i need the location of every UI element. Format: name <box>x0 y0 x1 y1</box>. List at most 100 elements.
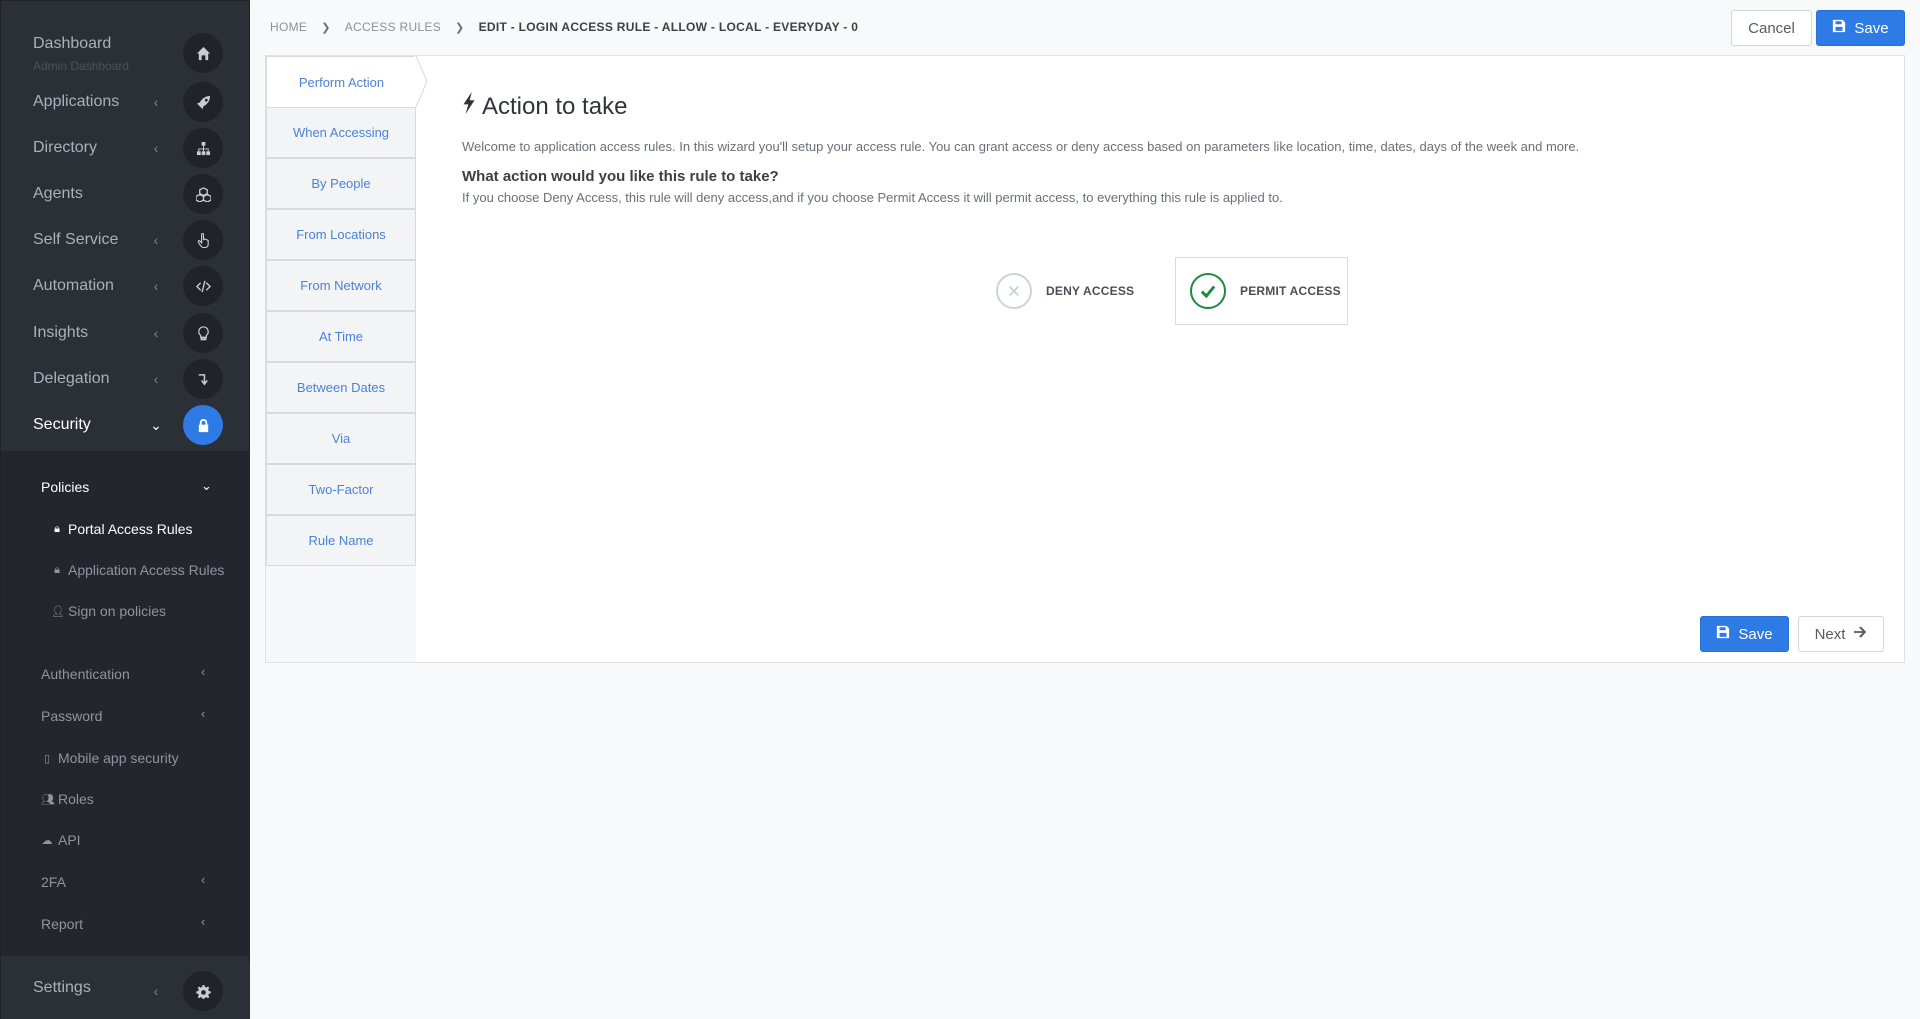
sub-item-password[interactable]: Password <box>41 708 102 724</box>
sub-item-portal-access-rules[interactable]: 🔒︎ Portal Access Rules <box>51 521 192 537</box>
nav-label-delegation: Delegation <box>33 370 110 387</box>
step-when-accessing[interactable]: When Accessing <box>266 107 416 158</box>
step-active-arrow <box>414 56 428 107</box>
wizard-steps: Perform Action When Accessing By People … <box>266 56 428 662</box>
sub-item-mobile-app-security[interactable]: ▯ Mobile app security <box>41 750 179 766</box>
nav-item-applications[interactable]: Applications ‹ <box>1 79 251 125</box>
sub-item-label: Policies <box>41 479 90 495</box>
step-label: Two-Factor <box>308 482 374 497</box>
sub-item-sign-on-policies[interactable]: 👤︎ Sign on policies <box>51 603 166 619</box>
nav-item-automation[interactable]: Automation ‹ <box>1 263 251 309</box>
sub-item-policies[interactable]: Policies <box>41 479 89 495</box>
nav-item-security[interactable]: Security ⌄ <box>1 402 251 448</box>
nav-label-self-service: Self Service <box>33 231 119 248</box>
breadcrumb-current: EDIT - LOGIN ACCESS RULE - ALLOW - LOCAL… <box>478 20 859 34</box>
sub-item-label: Mobile app security <box>58 750 179 766</box>
wizard-save-label: Save <box>1738 625 1773 643</box>
save-button-label: Save <box>1854 19 1889 37</box>
lock-icon: 🔒︎ <box>54 522 60 535</box>
cloud-icon: ☁︎ <box>41 834 53 847</box>
users-icon: 👥︎ <box>41 793 55 806</box>
chevron-left-icon: ‹ <box>201 706 206 721</box>
breadcrumb-access-rules[interactable]: ACCESS RULES <box>345 20 441 34</box>
chevron-left-icon: ‹ <box>153 232 159 248</box>
nav-label-directory: Directory <box>33 139 98 156</box>
mobile-icon: ▯ <box>43 752 51 765</box>
sub-item-application-access-rules[interactable]: 🔒︎ Application Access Rules <box>51 562 224 578</box>
breadcrumb-home[interactable]: HOME <box>270 20 307 34</box>
chevron-right-icon: ❯ <box>455 21 465 34</box>
nav-item-directory[interactable]: Directory ‹ <box>1 125 251 171</box>
sub-item-2fa[interactable]: 2FA <box>41 874 66 890</box>
floppy-disk-icon <box>1832 19 1846 37</box>
step-label: By People <box>311 176 371 191</box>
x-circle-icon <box>996 273 1032 309</box>
level-down-icon <box>183 359 223 399</box>
wizard-content: Action to take Welcome to application ac… <box>462 92 1862 205</box>
chevron-down-icon: ⌄ <box>150 416 162 433</box>
nav-item-settings[interactable]: Settings ‹ <box>1 963 250 1019</box>
nav-item-insights[interactable]: Insights ‹ <box>1 310 251 356</box>
page-title: Action to take <box>462 92 1862 121</box>
nav-label-insights: Insights <box>33 324 89 341</box>
step-rule-name[interactable]: Rule Name <box>266 515 416 566</box>
sub-item-label: Password <box>41 708 103 724</box>
sitemap-icon <box>183 128 223 168</box>
step-label: From Locations <box>296 227 386 242</box>
step-two-factor[interactable]: Two-Factor <box>266 464 416 515</box>
cancel-button[interactable]: Cancel <box>1731 10 1812 46</box>
cancel-button-label: Cancel <box>1748 19 1795 37</box>
lock-icon <box>183 405 223 445</box>
chevron-left-icon: ‹ <box>153 140 159 156</box>
check-circle-icon <box>1190 273 1226 309</box>
step-between-dates[interactable]: Between Dates <box>266 362 416 413</box>
chevron-left-icon: ‹ <box>153 278 159 294</box>
step-by-people[interactable]: By People <box>266 158 416 209</box>
step-perform-action[interactable]: Perform Action <box>266 56 416 107</box>
step-via[interactable]: Via <box>266 413 416 464</box>
hand-pointer-icon <box>183 220 223 260</box>
page-title-text: Action to take <box>482 92 628 120</box>
nav-label-security: Security <box>33 416 91 433</box>
lightbulb-icon <box>183 313 223 353</box>
sub-item-roles[interactable]: 👥︎ Roles <box>41 791 94 807</box>
breadcrumb: HOME ❯ ACCESS RULES ❯ EDIT - LOGIN ACCES… <box>270 20 858 34</box>
sub-item-label: API <box>58 832 81 848</box>
chevron-left-icon: ‹ <box>201 872 206 887</box>
sub-item-authentication[interactable]: Authentication <box>41 666 130 682</box>
sub-item-api[interactable]: ☁︎ API <box>41 832 81 848</box>
step-label: When Accessing <box>292 125 390 140</box>
sub-item-report[interactable]: Report <box>41 916 83 932</box>
next-button[interactable]: Next <box>1798 616 1884 652</box>
permit-access-option[interactable]: PERMIT ACCESS <box>1175 257 1348 325</box>
sub-item-label: 2FA <box>41 874 66 890</box>
rocket-icon <box>183 82 223 122</box>
step-label: Rule Name <box>308 533 374 548</box>
step-from-locations[interactable]: From Locations <box>266 209 416 260</box>
chevron-left-icon: ‹ <box>153 371 159 387</box>
code-icon <box>183 266 223 306</box>
step-label: Between Dates <box>296 380 386 395</box>
nav-item-delegation[interactable]: Delegation ‹ <box>1 356 251 402</box>
hint-text: If you choose Deny Access, this rule wil… <box>462 190 1283 205</box>
question-text: What action would you like this rule to … <box>462 168 779 185</box>
home-icon <box>183 33 223 73</box>
step-at-time[interactable]: At Time <box>266 311 416 362</box>
deny-access-option[interactable]: DENY ACCESS <box>996 257 1156 325</box>
save-button[interactable]: Save <box>1816 10 1905 46</box>
wizard-panel: Perform Action When Accessing By People … <box>265 55 1905 663</box>
nav-label-automation: Automation <box>33 277 114 294</box>
sub-item-label: Application Access Rules <box>68 562 225 578</box>
nav-label-dashboard: Dashboard <box>33 35 112 52</box>
nav-item-self-service[interactable]: Self Service ‹ <box>1 217 251 263</box>
nav-item-agents[interactable]: Agents <box>1 171 251 217</box>
nav-item-dashboard[interactable]: Dashboard Admin Dashboard <box>1 29 251 77</box>
cubes-icon <box>183 174 223 214</box>
chevron-right-icon: ❯ <box>321 21 331 34</box>
nav-label-agents: Agents <box>33 185 83 202</box>
chevron-left-icon: ‹ <box>153 983 159 999</box>
step-from-network[interactable]: From Network <box>266 260 416 311</box>
nav-label-settings: Settings <box>33 979 91 996</box>
step-label: Via <box>331 431 351 446</box>
wizard-save-button[interactable]: Save <box>1700 616 1789 652</box>
